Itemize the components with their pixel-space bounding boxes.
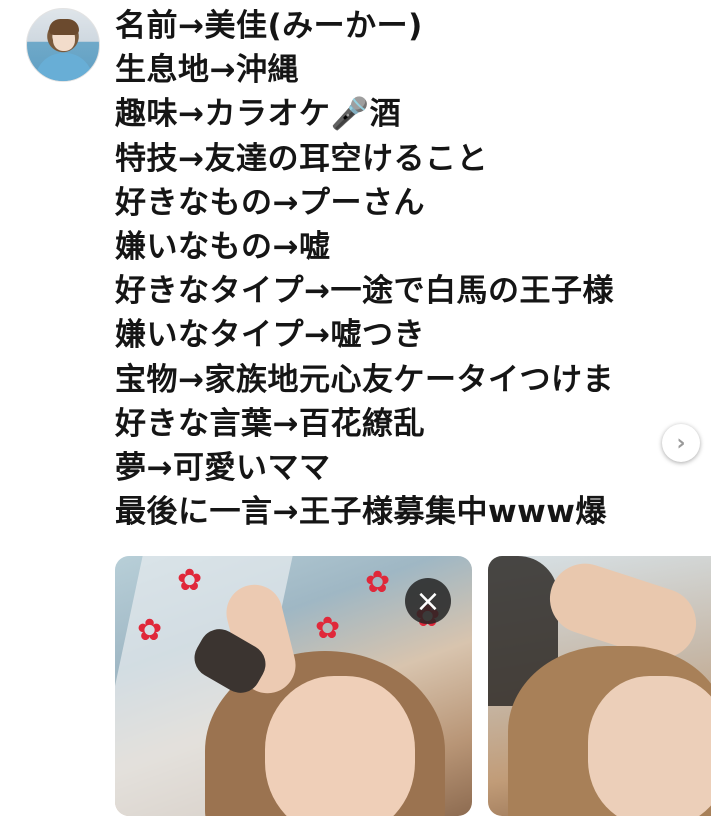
caption-line-dislikes: 嫌いなもの→嘘 — [115, 228, 331, 265]
caption-line-name: 名前→美佳(みーかー) — [115, 8, 423, 44]
caption-line-favorite-type: 好きなタイプ→一途で白馬の王子様 — [115, 273, 614, 310]
profile-avatar[interactable] — [26, 8, 100, 82]
caption-line-favorite-words: 好きな言葉→百花繚乱 — [115, 405, 425, 442]
photo-face — [265, 676, 415, 816]
avatar-hair — [49, 19, 79, 35]
post-caption: 名前→美佳(みーかー) 生息地→沖縄 趣味→カラオケ🎤酒 特技→友達の耳空けるこ… — [115, 4, 685, 534]
remove-photo-button[interactable]: × — [405, 578, 451, 624]
photo-card-1[interactable]: ✿ ✿ ✿ ✿ ✿ × — [115, 556, 472, 816]
caption-line-final-word: 最後に一言→王子様募集中www爆 — [115, 494, 607, 531]
chevron-right-icon: › — [676, 430, 686, 456]
caption-line-disliked-type: 嫌いなタイプ→嘘つき — [115, 317, 425, 354]
caption-line-dream: 夢→可愛いママ — [115, 449, 331, 486]
caption-line-skill: 特技→友達の耳空けること — [115, 140, 488, 177]
carousel-next-button[interactable]: › — [662, 424, 700, 462]
hibiscus-icon: ✿ — [177, 563, 203, 598]
photo-card-2[interactable] — [488, 556, 711, 816]
caption-line-treasure: 宝物→家族地元心友ケータイつけま — [115, 361, 614, 398]
caption-line-likes: 好きなもの→プーさん — [115, 184, 425, 221]
close-icon: × — [415, 583, 441, 619]
caption-line-hobby: 趣味→カラオケ🎤酒 — [115, 96, 402, 133]
avatar-shirt — [35, 53, 93, 81]
photo-face — [588, 676, 711, 816]
hibiscus-icon: ✿ — [315, 611, 341, 646]
hibiscus-icon: ✿ — [365, 565, 391, 600]
hibiscus-icon: ✿ — [137, 613, 163, 648]
caption-line-hometown: 生息地→沖縄 — [115, 52, 299, 89]
